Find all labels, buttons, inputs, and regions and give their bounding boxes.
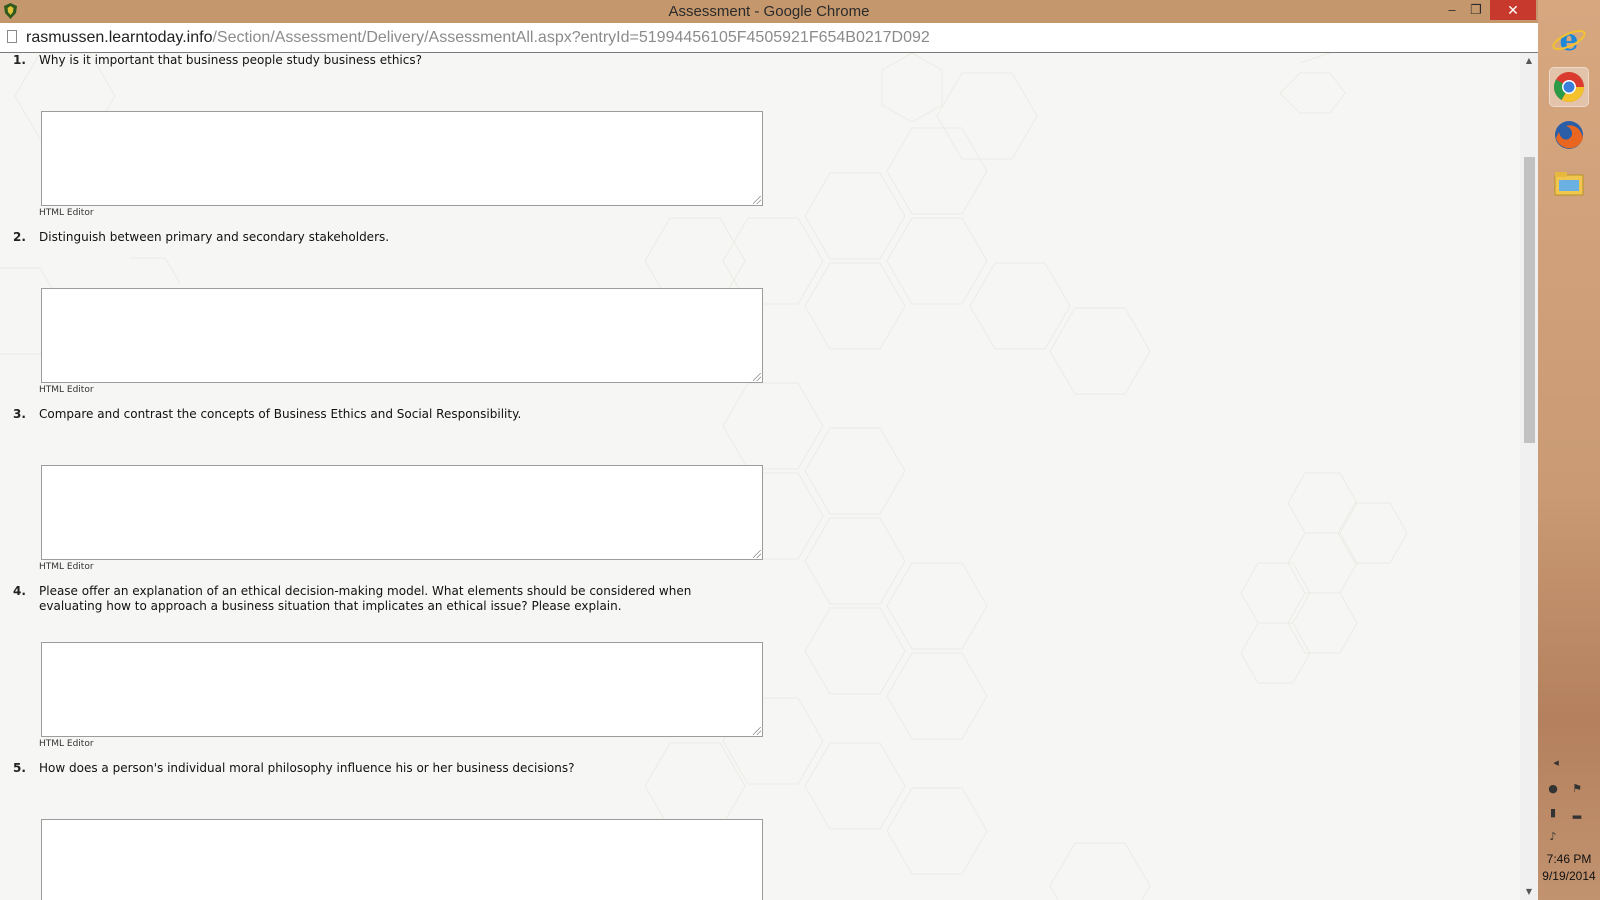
answer-textarea[interactable] xyxy=(41,642,763,737)
assessment-content: 1. Why is it important that business peo… xyxy=(0,53,1520,900)
firefox-icon[interactable] xyxy=(1550,116,1588,154)
question-text: How does a person's individual moral phi… xyxy=(39,761,575,775)
volume-icon[interactable]: ♪ xyxy=(1546,830,1560,844)
browser-window: Assessment - Google Chrome – ❐ ✕ rasmuss… xyxy=(0,0,1538,900)
close-button[interactable]: ✕ xyxy=(1490,0,1536,20)
resize-grip-icon[interactable] xyxy=(753,727,761,735)
answer-textarea[interactable] xyxy=(41,465,763,560)
url-text[interactable]: rasmussen.learntoday.info/Section/Assess… xyxy=(26,23,930,52)
address-bar[interactable]: rasmussen.learntoday.info/Section/Assess… xyxy=(0,23,1538,53)
answer-textarea[interactable] xyxy=(41,819,763,900)
scroll-up-arrow-icon[interactable]: ▲ xyxy=(1520,53,1538,69)
desktop-taskbar: e xyxy=(1538,0,1600,900)
vertical-scrollbar[interactable]: ▲ ▼ xyxy=(1520,53,1538,900)
html-editor-label: HTML Editor xyxy=(39,562,94,572)
question-text: Please offer an explanation of an ethica… xyxy=(39,584,692,613)
answer-textarea[interactable] xyxy=(41,288,763,383)
file-explorer-icon[interactable] xyxy=(1550,164,1588,202)
scrollbar-thumb[interactable] xyxy=(1524,157,1535,443)
resize-grip-icon[interactable] xyxy=(753,373,761,381)
url-path: /Section/Assessment/Delivery/AssessmentA… xyxy=(212,29,930,46)
title-bar[interactable]: Assessment - Google Chrome – ❐ ✕ xyxy=(0,0,1538,23)
clock-date[interactable]: 9/19/2014 xyxy=(1538,869,1600,883)
internet-explorer-icon[interactable]: e xyxy=(1550,20,1588,58)
question-number: 3. xyxy=(13,407,26,421)
html-editor-label: HTML Editor xyxy=(39,208,94,218)
answer-textarea[interactable] xyxy=(41,111,763,206)
scroll-down-arrow-icon[interactable]: ▼ xyxy=(1520,884,1538,900)
chrome-icon[interactable] xyxy=(1549,67,1589,107)
svg-text:e: e xyxy=(1559,23,1578,58)
question-number: 1. xyxy=(13,53,26,67)
action-center-flag-icon[interactable]: ⚑ xyxy=(1570,782,1584,796)
question-text: Why is it important that business people… xyxy=(39,53,422,67)
html-editor-label: HTML Editor xyxy=(39,385,94,395)
steam-icon[interactable]: ● xyxy=(1546,782,1560,796)
battery-icon[interactable]: ▮ xyxy=(1546,806,1560,820)
question-number: 2. xyxy=(13,230,26,244)
network-signal-icon[interactable]: ▂ xyxy=(1570,806,1584,820)
question-number: 4. xyxy=(13,584,26,598)
minimize-button[interactable]: – xyxy=(1441,0,1463,20)
show-hidden-icons-chevron-icon[interactable]: ◂ xyxy=(1549,756,1563,770)
maximize-button[interactable]: ❐ xyxy=(1465,0,1487,20)
question-text: Distinguish between primary and secondar… xyxy=(39,230,390,244)
resize-grip-icon[interactable] xyxy=(753,550,761,558)
window-title: Assessment - Google Chrome xyxy=(668,3,870,20)
clock-time[interactable]: 7:46 PM xyxy=(1538,852,1600,866)
html-editor-label: HTML Editor xyxy=(39,739,94,749)
question-number: 5. xyxy=(13,761,26,775)
question-text: Compare and contrast the concepts of Bus… xyxy=(39,407,522,421)
resize-grip-icon[interactable] xyxy=(753,196,761,204)
page-icon xyxy=(7,30,17,43)
url-host: rasmussen.learntoday.info xyxy=(26,29,213,46)
